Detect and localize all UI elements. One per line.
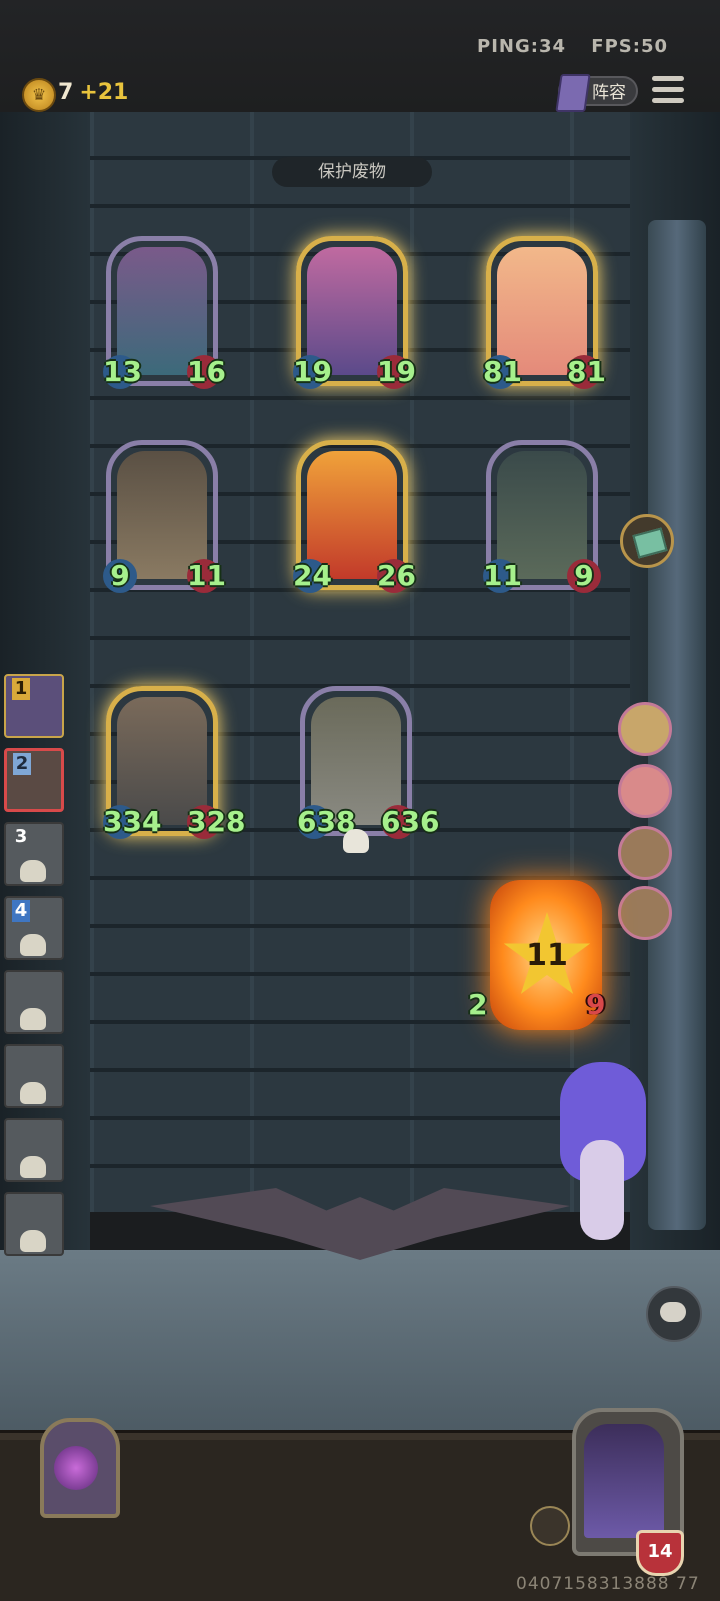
opponent-slot-3[interactable]: 3 [4, 822, 64, 886]
minion-card-goat-beast[interactable]: 9 11 [103, 440, 226, 593]
cannon-buff-icon[interactable] [618, 826, 672, 880]
gold-counter: 7 +21 [58, 80, 128, 105]
rank-badge: 1 [12, 678, 30, 700]
health-value: 19 [377, 355, 416, 389]
attack-value: 81 [483, 355, 522, 389]
skull-icon [20, 1156, 46, 1178]
enemy-health: 9 [586, 988, 606, 1021]
skull-icon [20, 934, 46, 956]
book-icon [555, 74, 591, 112]
attack-value: 24 [293, 559, 332, 593]
minion-card-fire-idol[interactable]: 24 26 [293, 440, 416, 593]
rank-badge: 4 [12, 900, 30, 922]
shield-icon[interactable] [530, 1506, 570, 1546]
skull-icon [20, 1008, 46, 1030]
opponent-slot-6[interactable] [4, 1044, 64, 1108]
health-value: 81 [567, 355, 606, 389]
crown-coin-icon: ♛ [22, 78, 56, 112]
minion-card-ghost[interactable]: 81 81 [483, 236, 606, 389]
cannon-buff-icon-2[interactable] [618, 886, 672, 940]
creature-buff-icon[interactable] [618, 764, 672, 818]
avatar [584, 1424, 664, 1538]
chat-icon[interactable] [646, 1286, 702, 1342]
health-value: 636 [381, 805, 440, 839]
opponent-slot-8[interactable] [4, 1192, 64, 1256]
minion-card-demon[interactable]: 13 16 [103, 236, 226, 389]
minion-card-airship[interactable]: 334 328 [103, 686, 246, 839]
rank-badge: 3 [14, 826, 28, 847]
opponent-slot-4[interactable]: 4 [4, 896, 64, 960]
health-value: 11 [187, 559, 226, 593]
cash-icon[interactable] [620, 514, 674, 568]
hero-body [580, 1140, 624, 1240]
minion-card-bard[interactable]: 11 9 [483, 440, 601, 593]
gold-amount: 7 [58, 80, 74, 105]
attack-value: 9 [103, 559, 137, 593]
opponent-slot-1[interactable]: 1 [4, 674, 64, 738]
wall-buff-icon[interactable] [618, 702, 672, 756]
enemy-tier: 11 [526, 938, 568, 973]
fps-text: FPS:50 [591, 36, 668, 57]
player-uid: 0407158313888 77 [516, 1574, 700, 1594]
opponent-slot-5[interactable] [4, 970, 64, 1034]
skull-icon [20, 860, 46, 882]
skull-icon [20, 1082, 46, 1104]
board-title: 保护废物 [272, 157, 432, 187]
portal-gem-icon [54, 1446, 98, 1490]
rank-badge: 2 [13, 753, 31, 775]
attack-value: 11 [483, 559, 522, 593]
skull-icon [20, 1230, 46, 1252]
health-value: 9 [567, 559, 601, 593]
opponent-slot-7[interactable] [4, 1118, 64, 1182]
ping-text: PING:34 [477, 36, 567, 57]
health-value: 16 [187, 355, 226, 389]
attack-value: 13 [103, 355, 142, 389]
health-value: 26 [377, 559, 416, 593]
player-health-badge: 14 [636, 1530, 684, 1576]
attack-value: 334 [103, 805, 162, 839]
minion-card-robot[interactable]: 638 636 [297, 686, 440, 853]
skull-icon [343, 829, 369, 853]
health-value: 328 [187, 805, 246, 839]
menu-hamburger-icon[interactable] [652, 76, 684, 106]
attack-value: 638 [297, 805, 356, 839]
minion-card-knight[interactable]: 19 19 [293, 236, 416, 389]
enemy-attack: 2 [468, 988, 488, 1021]
gold-income: +21 [79, 80, 129, 105]
attack-value: 19 [293, 355, 332, 389]
network-status: PING:34 FPS:50 [459, 36, 668, 57]
opponent-slot-2[interactable]: 2 [4, 748, 64, 812]
